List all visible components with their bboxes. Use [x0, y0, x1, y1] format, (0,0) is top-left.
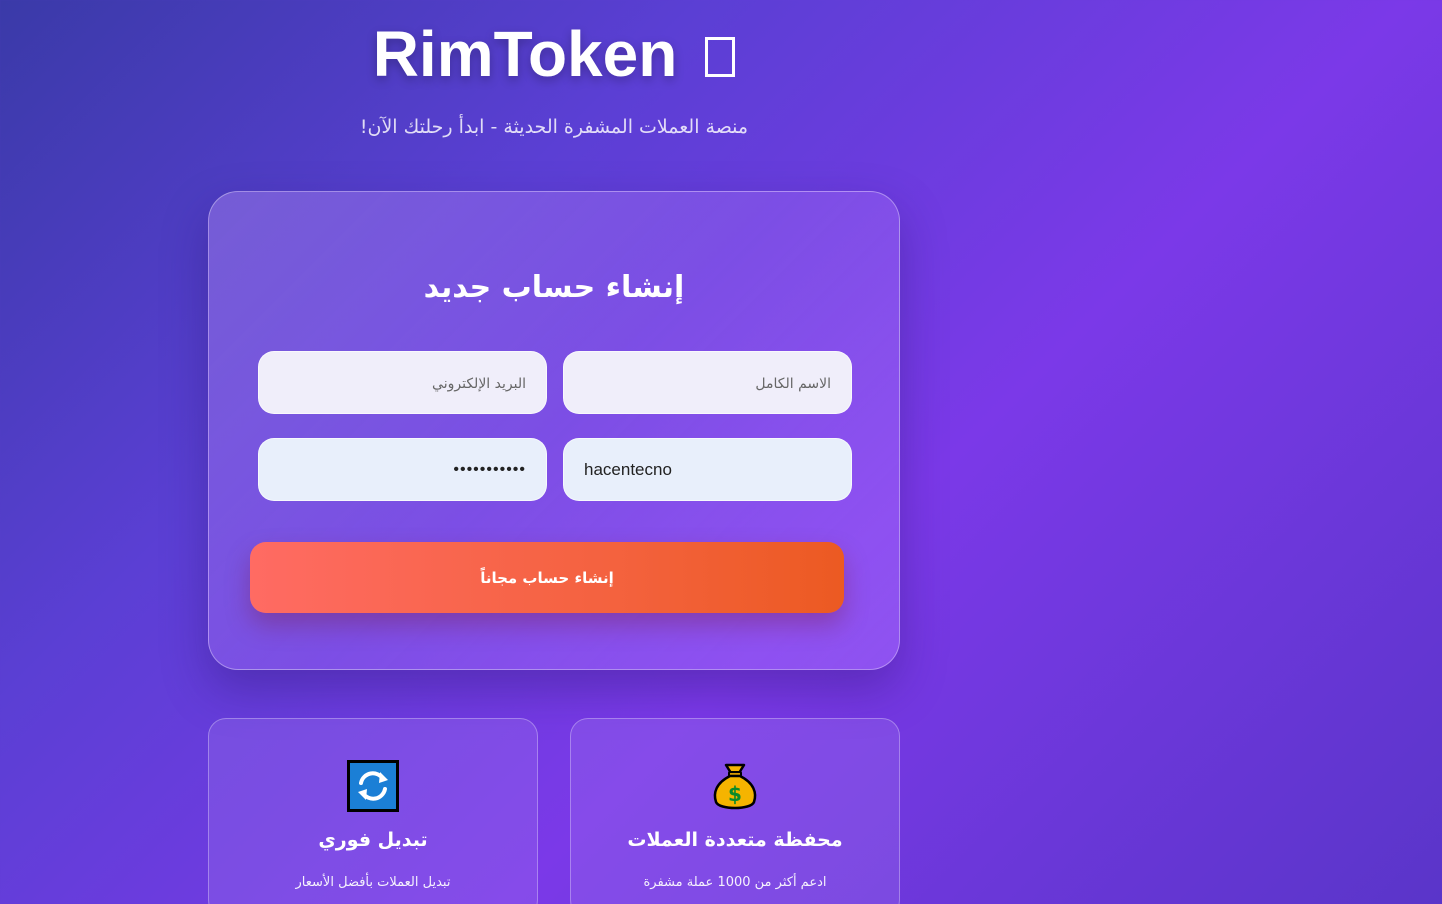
brand-logo: RimToken — [373, 16, 736, 92]
missing-glyph-icon — [705, 37, 736, 77]
fullname-field[interactable] — [563, 351, 852, 414]
email-field[interactable] — [258, 351, 547, 414]
brand-name: RimToken — [372, 18, 678, 90]
money-bag-icon: $ — [713, 763, 757, 810]
feature-description: تبديل العملات بأفضل الأسعار — [295, 875, 451, 890]
refresh-icon — [347, 760, 399, 812]
password-field[interactable] — [258, 438, 547, 501]
signup-card: إنشاء حساب جديد إنشاء حساب مجاناً — [208, 191, 900, 670]
create-account-button[interactable]: إنشاء حساب مجاناً — [250, 542, 844, 613]
username-field[interactable] — [563, 438, 852, 501]
feature-card-multi-wallet: $ محفظة متعددة العملات ادعم أكثر من 1000… — [570, 718, 900, 904]
feature-card-instant-swap: تبديل فوري تبديل العملات بأفضل الأسعار — [208, 718, 538, 904]
feature-title: محفظة متعددة العملات — [627, 829, 843, 851]
svg-text:$: $ — [728, 782, 742, 806]
header: RimToken منصة العملات المشفرة الحديثة - … — [208, 16, 900, 138]
page-subtitle: منصة العملات المشفرة الحديثة - ابدأ رحلت… — [359, 116, 749, 138]
feature-title: تبديل فوري — [318, 829, 428, 851]
feature-description: ادعم أكثر من 1000 عملة مشفرة — [643, 875, 827, 890]
signup-title: إنشاء حساب جديد — [423, 270, 685, 305]
